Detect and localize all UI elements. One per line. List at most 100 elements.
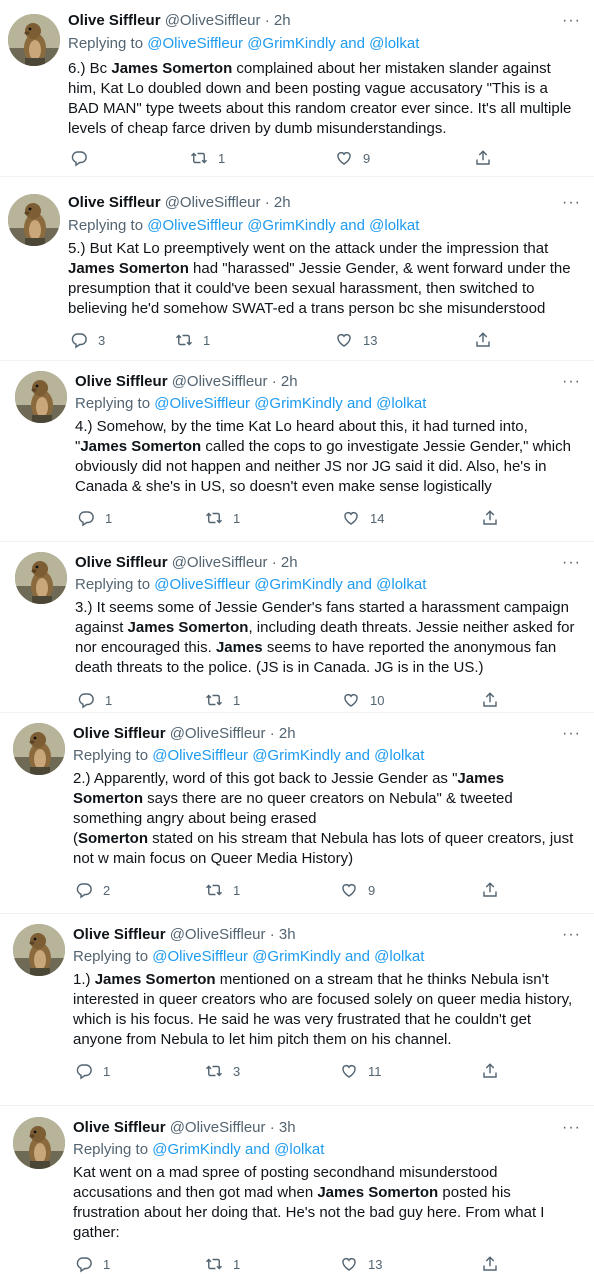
replying-to: Replying to @OliveSiffleur @GrimKindly a…: [68, 34, 419, 54]
display-name[interactable]: Olive Siffleur: [68, 194, 161, 211]
tweet-header: Olive Siffleur @OliveSiffleur · 3h: [73, 925, 296, 945]
replying-to-mentions[interactable]: @OliveSiffleur @GrimKindly and @lolkat: [152, 948, 424, 965]
replying-to-mentions[interactable]: @OliveSiffleur @GrimKindly and @lolkat: [147, 217, 419, 234]
like-button[interactable]: 13: [340, 1254, 382, 1274]
display-name[interactable]: Olive Siffleur: [75, 373, 168, 390]
reply-button[interactable]: 1: [77, 690, 112, 710]
avatar[interactable]: [8, 194, 60, 246]
like-count: 13: [363, 332, 378, 348]
share-button[interactable]: [481, 508, 499, 528]
tweet-text: 5.) But Kat Lo preemptively went on the …: [68, 239, 573, 319]
reply-icon: [77, 691, 95, 709]
reply-button[interactable]: 2: [75, 880, 110, 900]
avatar[interactable]: [15, 552, 67, 604]
timestamp[interactable]: 3h: [279, 926, 296, 943]
reply-button[interactable]: 1: [77, 508, 112, 528]
user-handle[interactable]: @OliveSiffleur: [172, 373, 268, 390]
like-count: 10: [370, 692, 385, 708]
retweet-button[interactable]: 1: [205, 1254, 240, 1274]
user-handle[interactable]: @OliveSiffleur: [170, 926, 266, 943]
like-button[interactable]: 13: [335, 330, 377, 350]
display-name[interactable]: Olive Siffleur: [73, 1119, 166, 1136]
retweet-button[interactable]: 1: [205, 508, 240, 528]
avatar[interactable]: [13, 1117, 65, 1169]
reply-button[interactable]: 1: [75, 1254, 110, 1274]
retweet-button[interactable]: 1: [205, 880, 240, 900]
more-icon[interactable]: ···: [562, 11, 581, 31]
share-button[interactable]: [481, 1254, 499, 1274]
more-icon[interactable]: ···: [562, 193, 581, 213]
replying-to-label: Replying to: [68, 217, 148, 234]
retweet-icon: [205, 1062, 223, 1080]
user-handle[interactable]: @OliveSiffleur: [172, 554, 268, 571]
share-button[interactable]: [481, 690, 499, 710]
reply-button[interactable]: [70, 148, 98, 168]
timestamp[interactable]: 2h: [281, 554, 298, 571]
user-handle[interactable]: @OliveSiffleur: [170, 1119, 266, 1136]
retweet-button[interactable]: 1: [175, 330, 210, 350]
share-icon: [481, 1062, 499, 1080]
reply-button[interactable]: 1: [75, 1061, 110, 1081]
retweet-button[interactable]: 1: [205, 690, 240, 710]
tweet-separator: [0, 541, 594, 542]
share-icon: [474, 331, 492, 349]
replying-to-mentions[interactable]: @OliveSiffleur @GrimKindly and @lolkat: [152, 747, 424, 764]
timestamp[interactable]: 2h: [274, 194, 291, 211]
more-icon[interactable]: ···: [562, 1118, 581, 1138]
bold-text-segment: Somerton: [78, 830, 149, 847]
replying-to-label: Replying to: [73, 1141, 153, 1158]
more-icon[interactable]: ···: [562, 372, 581, 392]
retweet-count: 1: [233, 510, 241, 526]
like-button[interactable]: 11: [340, 1061, 382, 1081]
display-name[interactable]: Olive Siffleur: [73, 926, 166, 943]
timestamp[interactable]: 2h: [279, 725, 296, 742]
more-icon[interactable]: ···: [562, 925, 581, 945]
retweet-count: 1: [203, 332, 211, 348]
user-handle[interactable]: @OliveSiffleur: [170, 725, 266, 742]
display-name[interactable]: Olive Siffleur: [68, 12, 161, 29]
avatar[interactable]: [13, 924, 65, 976]
share-button[interactable]: [481, 1061, 499, 1081]
like-button[interactable]: 14: [342, 508, 384, 528]
more-icon[interactable]: ···: [562, 724, 581, 744]
tweet-separator: [0, 712, 594, 713]
share-button[interactable]: [481, 880, 499, 900]
like-button[interactable]: 10: [342, 690, 384, 710]
timestamp[interactable]: 3h: [279, 1119, 296, 1136]
retweet-count: 3: [233, 1063, 241, 1079]
replying-to-mentions[interactable]: @OliveSiffleur @GrimKindly and @lolkat: [154, 395, 426, 412]
bold-text-segment: James Somerton: [94, 971, 216, 988]
retweet-button[interactable]: 1: [190, 148, 225, 168]
retweet-icon: [205, 509, 223, 527]
heart-icon: [335, 331, 353, 349]
avatar[interactable]: [15, 371, 67, 423]
retweet-icon: [205, 881, 223, 899]
reply-icon: [75, 1062, 93, 1080]
share-button[interactable]: [474, 148, 492, 168]
timestamp[interactable]: 2h: [281, 373, 298, 390]
reply-count: 3: [98, 332, 106, 348]
tweet-header: Olive Siffleur @OliveSiffleur · 2h: [68, 193, 291, 213]
user-handle[interactable]: @OliveSiffleur: [165, 12, 261, 29]
avatar[interactable]: [13, 723, 65, 775]
reply-button[interactable]: 3: [70, 330, 105, 350]
avatar[interactable]: [8, 14, 60, 66]
replying-to-mentions[interactable]: @OliveSiffleur @GrimKindly and @lolkat: [154, 576, 426, 593]
bold-text-segment: James Somerton: [80, 438, 202, 455]
replying-to-mentions[interactable]: @GrimKindly and @lolkat: [152, 1141, 324, 1158]
display-name[interactable]: Olive Siffleur: [75, 554, 168, 571]
bold-text-segment: James Somerton: [317, 1184, 439, 1201]
tweet-separator: [0, 1105, 594, 1106]
retweet-button[interactable]: 3: [205, 1061, 240, 1081]
timestamp[interactable]: 2h: [274, 12, 291, 29]
tweet-actions: 1 1 14: [0, 508, 594, 528]
retweet-count: 1: [233, 692, 241, 708]
share-button[interactable]: [474, 330, 492, 350]
user-handle[interactable]: @OliveSiffleur: [165, 194, 261, 211]
replying-to-mentions[interactable]: @OliveSiffleur @GrimKindly and @lolkat: [147, 35, 419, 52]
like-button[interactable]: 9: [340, 880, 375, 900]
display-name[interactable]: Olive Siffleur: [73, 725, 166, 742]
reply-count: 1: [105, 692, 113, 708]
more-icon[interactable]: ···: [562, 553, 581, 573]
like-button[interactable]: 9: [335, 148, 370, 168]
